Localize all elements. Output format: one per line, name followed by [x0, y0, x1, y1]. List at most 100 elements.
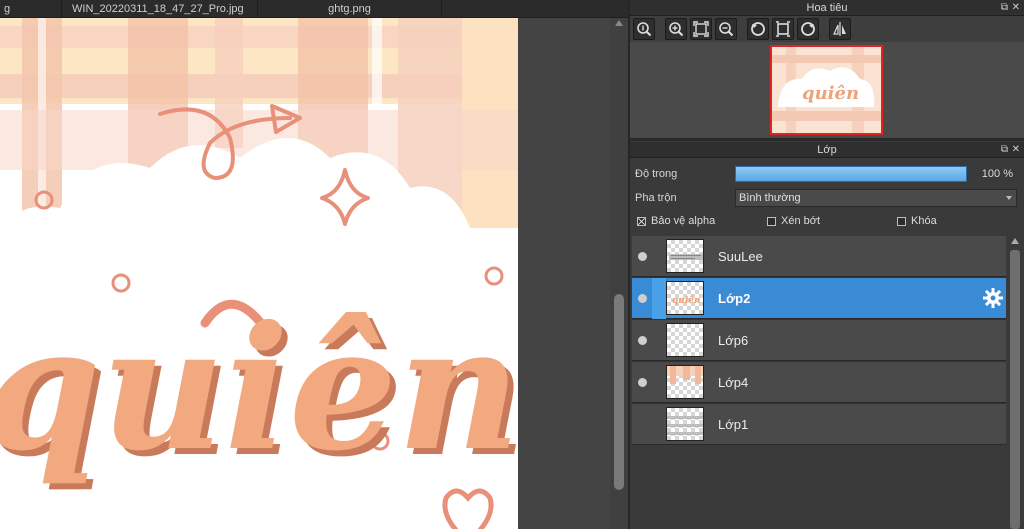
layer-thumbnail-image: [667, 366, 703, 384]
layers-panel: Lớp ⧉ ✕ Độ trong 100 % Pha trộn Bình thư…: [630, 142, 1024, 529]
navigator-panel: Hoa tiêu ⧉ ✕ quiên: [630, 0, 1024, 141]
lock-checkbox[interactable]: Khóa: [897, 215, 937, 227]
layer-name: SuuLee: [718, 248, 763, 264]
thumb-strip: [671, 258, 695, 259]
eye-icon[interactable]: [637, 251, 647, 261]
rotate-right-icon[interactable]: [797, 18, 819, 40]
artboard[interactable]: quiên quiên: [0, 18, 518, 529]
checkbox-icon[interactable]: [767, 216, 776, 226]
visibility-toggle[interactable]: [632, 293, 652, 303]
layer-link-slot: [652, 362, 666, 403]
lock-label: Khóa: [911, 215, 937, 227]
opacity-label: Độ trong: [635, 168, 678, 180]
layer-link-slot: [652, 236, 666, 277]
layer-row-selected[interactable]: quiên Lớp2: [632, 277, 1006, 319]
scrollbar-thumb[interactable]: [1010, 250, 1020, 529]
opacity-row: Độ trong 100 %: [630, 162, 1024, 186]
blend-mode-value: Bình thường: [739, 192, 801, 204]
navigator-toolbar: [630, 16, 1024, 42]
chevron-down-icon: [1006, 196, 1012, 200]
scroll-up-icon[interactable]: [1011, 238, 1019, 244]
protect-alpha-checkbox[interactable]: Bảo vệ alpha: [637, 215, 767, 227]
thumb-lettering: quiên: [672, 295, 701, 306]
document-tab-bar: g WIN_20220311_18_47_27_Pro.jpg ghtg.png: [0, 0, 628, 18]
layer-name: Lớp1: [718, 416, 749, 432]
layers-scrollbar[interactable]: [1008, 236, 1022, 529]
visibility-toggle[interactable]: [632, 335, 652, 345]
layer-thumbnail: quiên: [666, 281, 704, 315]
layer-link-slot: [652, 404, 666, 445]
layer-row[interactable]: Lớp4: [632, 362, 1006, 403]
layer-link-slot: [652, 277, 666, 319]
fit-screen-icon[interactable]: [690, 18, 712, 40]
visibility-toggle[interactable]: [632, 377, 652, 387]
navigator-preview-area[interactable]: quiên: [630, 42, 1024, 138]
clipping-label: Xén bớt: [781, 215, 821, 227]
layer-thumbnail-image: quiên: [672, 295, 701, 306]
navigator-thumbnail-image: quiên: [772, 47, 881, 133]
artwork-lettering: quiên: [0, 289, 518, 489]
close-icon[interactable]: ✕: [1012, 142, 1020, 158]
canvas-vertical-scrollbar[interactable]: [610, 18, 628, 529]
zoom-actual-icon[interactable]: [633, 18, 655, 40]
flip-icon[interactable]: [829, 18, 851, 40]
navigator-thumbnail[interactable]: quiên: [770, 45, 883, 135]
layer-name: Lớp6: [718, 332, 749, 348]
eye-icon[interactable]: [637, 293, 647, 303]
navigator-footer: [630, 138, 1024, 141]
gear-icon[interactable]: [982, 287, 1004, 309]
paint-app-window: g WIN_20220311_18_47_27_Pro.jpg ghtg.png: [0, 0, 1024, 529]
layer-thumbnail: [666, 239, 704, 273]
rotate-left-icon[interactable]: [747, 18, 769, 40]
scroll-up-icon[interactable]: [615, 20, 623, 26]
blend-mode-select[interactable]: Bình thường: [735, 189, 1017, 207]
thumb-stripe: [683, 366, 690, 380]
close-icon[interactable]: ✕: [1012, 0, 1020, 16]
opacity-slider[interactable]: [735, 166, 967, 182]
thumb-lettering: quiên: [802, 83, 859, 104]
canvas-workspace[interactable]: quiên quiên: [0, 18, 610, 529]
layer-thumbnail: [666, 407, 704, 441]
navigator-header: Hoa tiêu ⧉ ✕: [630, 0, 1024, 16]
scrollbar-thumb[interactable]: [614, 294, 624, 490]
document-tab[interactable]: WIN_20220311_18_47_27_Pro.jpg: [62, 0, 258, 18]
layer-name: Lớp4: [718, 374, 749, 390]
layer-options-row: Bảo vệ alpha Xén bớt Khóa: [630, 210, 1024, 232]
layer-thumbnail-image: [667, 416, 703, 435]
popout-icon[interactable]: ⧉: [1001, 0, 1008, 16]
eye-icon[interactable]: [637, 335, 647, 345]
checkbox-checked-icon[interactable]: [637, 216, 646, 226]
panel-title: Lớp: [817, 144, 837, 156]
panel-title: Hoa tiêu: [806, 2, 848, 14]
blend-label: Pha trộn: [635, 192, 677, 204]
thumb-strip: [667, 416, 703, 419]
layer-row[interactable]: Lớp1: [632, 404, 1006, 445]
popout-icon[interactable]: ⧉: [1001, 142, 1008, 158]
thumb-stripe: [695, 366, 701, 384]
layer-row[interactable]: Lớp6: [632, 320, 1006, 361]
layer-name: Lớp2: [718, 290, 751, 306]
clipping-checkbox[interactable]: Xén bớt: [767, 215, 897, 227]
protect-alpha-label: Bảo vệ alpha: [651, 215, 716, 227]
thumb-strip: [667, 432, 703, 435]
layer-link-slot: [652, 320, 666, 361]
thumb-strip: [669, 254, 703, 260]
checkbox-icon[interactable]: [897, 216, 906, 226]
thumb-strip: [667, 424, 703, 427]
layer-row[interactable]: SuuLee: [632, 236, 1006, 277]
blend-row: Pha trộn Bình thường: [630, 186, 1024, 210]
opacity-value: 100 %: [981, 168, 1013, 180]
layer-list: SuuLee quiên Lớp2 Lớp6 Lớp4 Lớp1: [632, 236, 1006, 445]
zoom-in-icon[interactable]: [665, 18, 687, 40]
document-tab[interactable]: g: [0, 0, 62, 18]
layers-header: Lớp ⧉ ✕: [630, 142, 1024, 158]
visibility-toggle[interactable]: [632, 251, 652, 261]
document-tab[interactable]: ghtg.png: [258, 0, 442, 18]
layer-thumbnail: [666, 323, 704, 357]
layer-thumbnail-image: [669, 254, 703, 260]
eye-icon[interactable]: [637, 377, 647, 387]
tab-bar-filler: [442, 0, 628, 18]
thumb-stripe: [670, 366, 676, 384]
reset-rotate-icon[interactable]: [772, 18, 794, 40]
zoom-out-icon[interactable]: [715, 18, 737, 40]
